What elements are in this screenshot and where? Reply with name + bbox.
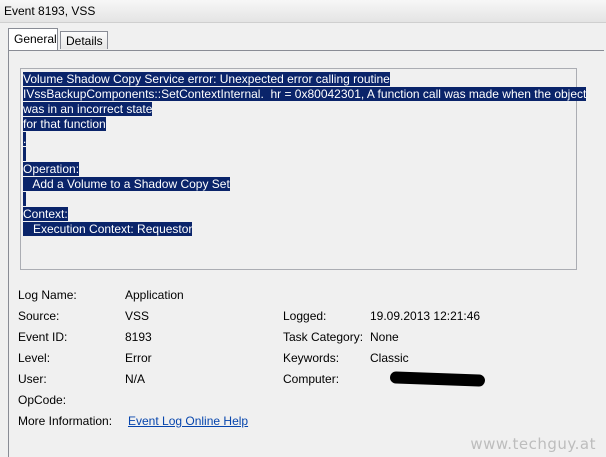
source-label: Source: [18,309,60,323]
computer-label: Computer: [283,372,340,386]
event-description-box[interactable]: Volume Shadow Copy Service error: Unexpe… [20,68,587,270]
user-value: N/A [125,372,146,386]
description-line [23,192,574,207]
watermark: www.techguy.at [470,435,596,453]
description-line: Execution Context: Requestor [23,222,193,236]
description-line: for that function [23,117,106,131]
window-title: Event 8193, VSS [4,4,96,18]
description-line: was in an incorrect state [23,102,153,116]
more-info-label: More Information: [18,414,113,428]
tab-details[interactable]: Details [60,31,108,49]
description-line: Add a Volume to a Shadow Copy Set [23,177,230,191]
log-name-value: Application [125,288,184,302]
log-name-label: Log Name: [18,288,77,302]
task-category-label: Task Category: [283,330,364,344]
source-value: VSS [125,309,150,323]
event-id-value: 8193 [125,330,152,344]
description-line: Context: [23,207,68,221]
description-line: . [23,132,27,146]
level-value: Error [125,351,152,365]
event-id-label: Event ID: [18,330,68,344]
task-category-value: None [370,330,399,344]
level-label: Level: [18,351,51,365]
window-titlebar: Event 8193, VSS [0,0,606,23]
user-label: User: [18,372,47,386]
description-line [23,147,574,162]
tab-general[interactable]: General [8,28,58,50]
description-line: IVssBackupComponents::SetContextInternal… [23,87,587,101]
event-log-online-help-link[interactable]: Event Log Online Help [128,414,248,428]
description-line: Operation: [23,162,80,176]
logged-value: 19.09.2013 12:21:46 [370,309,481,323]
keywords-label: Keywords: [283,351,340,365]
keywords-value: Classic [370,351,409,365]
opcode-label: OpCode: [18,393,67,407]
description-line: Volume Shadow Copy Service error: Unexpe… [23,72,390,86]
logged-label: Logged: [283,309,327,323]
